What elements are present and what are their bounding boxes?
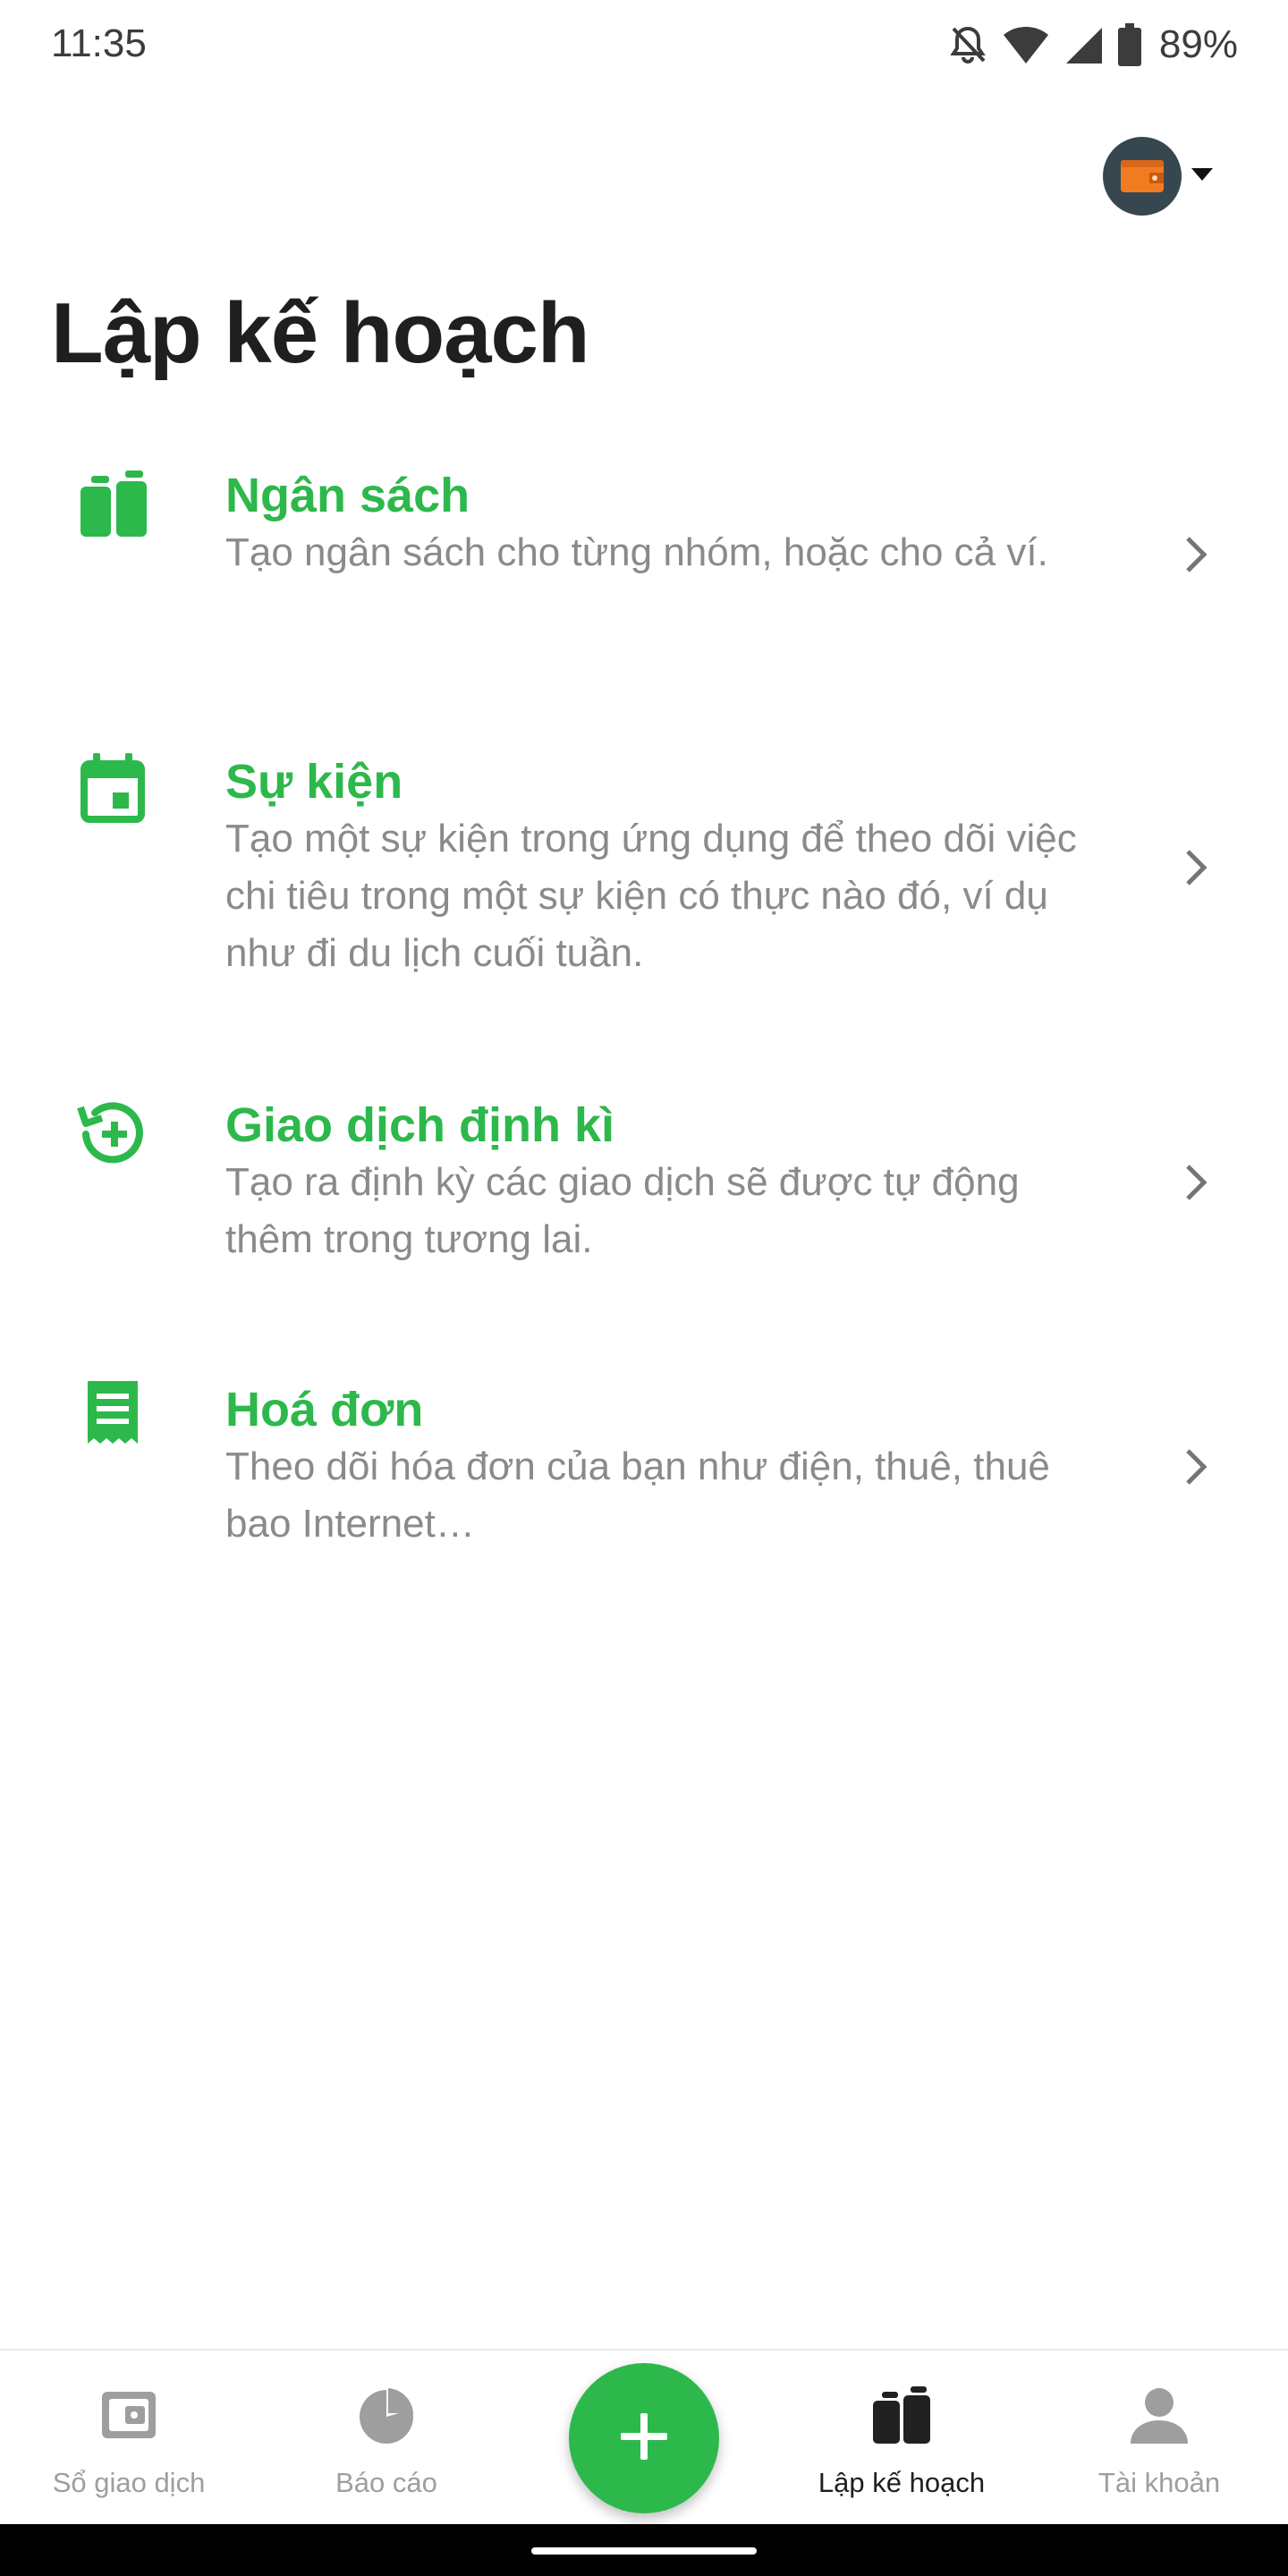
menu-title: Giao dịch định kì [225,1098,615,1152]
nav-item-account[interactable]: Tài khoản [1030,2351,1288,2526]
account-icon [1127,2383,1191,2452]
status-time: 11:35 [51,21,147,65]
nav-label: Sổ giao dịch [52,2467,206,2498]
chevron-right-icon [1177,528,1216,581]
menu-title: Sự kiện [225,755,403,809]
menu-description: Tạo ngân sách cho từng nhóm, hoặc cho cả… [225,530,1048,574]
recurring-add-icon [75,1095,150,1170]
menu-text: Sự kiện Tạo một sự kiện trong ứng dụng đ… [225,753,1111,982]
add-transaction-button[interactable] [569,2363,719,2513]
menu-text: Hoá đơn Theo dõi hóa đơn của bạn như điệ… [225,1381,1111,1553]
wallet-book-icon [97,2383,161,2452]
nav-label: Báo cáo [335,2467,437,2498]
wallet-icon [1103,137,1182,216]
menu-title: Ngân sách [225,469,470,522]
battery-percent: 89% [1158,22,1238,66]
menu-item-budget[interactable]: Ngân sách Tạo ngân sách cho từng nhóm, h… [0,447,1288,662]
menu-description: Tạo một sự kiện trong ứng dụng để theo d… [225,817,1077,975]
nav-item-reports[interactable]: Báo cáo [258,2351,515,2526]
pie-chart-icon [354,2383,419,2452]
page-title: Lập kế hoạch [51,285,589,381]
battery-icon [1117,23,1141,66]
menu-text: Ngân sách Tạo ngân sách cho từng nhóm, h… [225,467,1111,581]
calendar-event-icon [75,751,150,826]
menu-description: Tạo ra định kỳ các giao dịch sẽ được tự … [225,1160,1020,1261]
home-indicator[interactable] [531,2547,757,2555]
chevron-right-icon [1177,1156,1216,1209]
wifi-icon [1002,24,1050,65]
nav-item-transactions[interactable]: Sổ giao dịch [0,2351,258,2526]
nav-item-planning[interactable]: Lập kế hoạch [773,2351,1030,2526]
planning-screen: 11:35 89% Lập kế hoạch Ngân sách Tạo ngâ… [0,0,1288,2576]
wallet-selector[interactable] [1103,136,1219,216]
chevron-right-icon [1177,1440,1216,1494]
nav-label: Lập kế hoạch [818,2467,986,2498]
status-bar: 11:35 89% [0,0,1288,89]
plus-icon [619,2411,669,2466]
bell-off-icon [948,23,987,66]
menu-title: Hoá đơn [225,1383,424,1436]
signal-icon [1064,24,1104,65]
menu-item-event[interactable]: Sự kiện Tạo một sự kiện trong ứng dụng đ… [0,733,1288,1002]
menu-description: Theo dõi hóa đơn của bạn như điện, thuê,… [225,1445,1050,1546]
status-icons: 89% [948,20,1238,70]
caret-down-icon [1191,167,1214,186]
menu-item-bill[interactable]: Hoá đơn Theo dõi hóa đơn của bạn như điệ… [0,1361,1288,1576]
chevron-right-icon [1177,841,1216,894]
menu-item-recurring-transaction[interactable]: Giao dịch định kì Tạo ra định kỳ các gia… [0,1077,1288,1292]
planning-icon [869,2383,934,2452]
budget-icon [75,467,150,542]
menu-text: Giao dịch định kì Tạo ra định kỳ các gia… [225,1097,1111,1268]
receipt-icon [75,1377,150,1453]
nav-label: Tài khoản [1097,2467,1221,2498]
